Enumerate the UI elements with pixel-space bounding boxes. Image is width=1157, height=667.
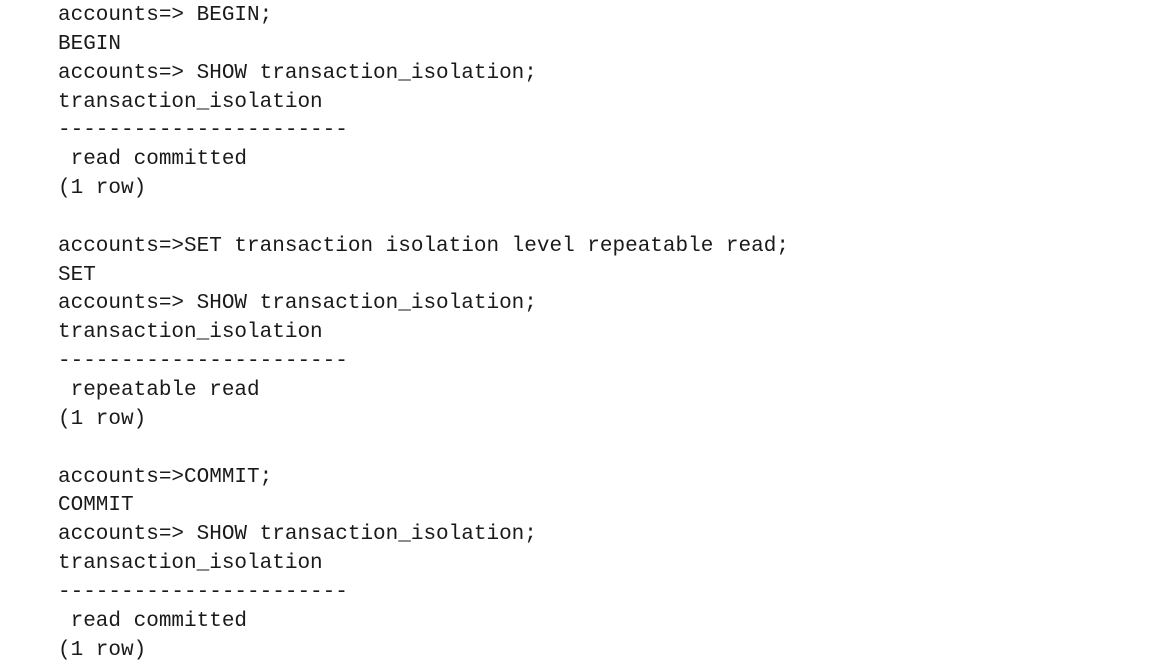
row-count: (1 row) — [58, 177, 147, 201]
result-header: transaction_isolation — [58, 552, 323, 576]
result-value: read committed — [58, 609, 248, 633]
output-line: COMMIT — [58, 494, 134, 518]
result-header: transaction_isolation — [58, 90, 323, 114]
result-value: read committed — [58, 148, 248, 172]
output-line: SET — [58, 263, 96, 287]
result-separator: ----------------------- — [58, 119, 348, 143]
psql-terminal-output: accounts=> BEGIN; BEGIN accounts=> SHOW … — [58, 2, 1138, 665]
row-count: (1 row) — [58, 407, 147, 431]
result-separator: ----------------------- — [58, 350, 348, 374]
command-line: accounts=> BEGIN; — [58, 4, 273, 27]
result-value: repeatable read — [58, 378, 260, 402]
command-line: accounts=> SHOW transaction_isolation; — [58, 61, 537, 85]
result-header: transaction_isolation — [58, 321, 323, 345]
command-line: accounts=> SHOW transaction_isolation; — [58, 523, 537, 547]
command-line: accounts=>SET transaction isolation leve… — [58, 234, 789, 258]
result-separator: ----------------------- — [58, 580, 348, 604]
command-line: accounts=>COMMIT; — [58, 465, 273, 489]
row-count: (1 row) — [58, 638, 147, 662]
command-line: accounts=> SHOW transaction_isolation; — [58, 292, 537, 316]
output-line: BEGIN — [58, 32, 122, 56]
